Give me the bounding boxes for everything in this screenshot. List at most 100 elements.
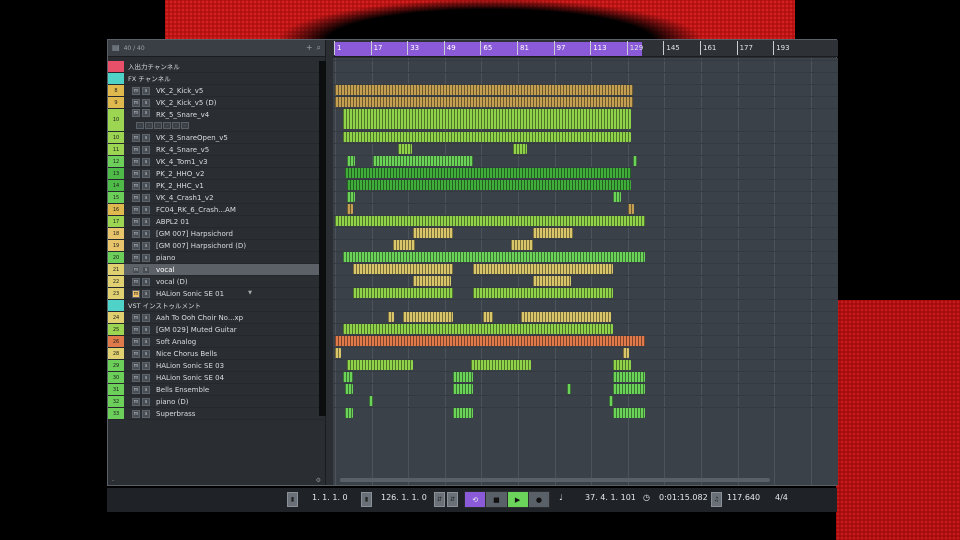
solo-button[interactable]: s xyxy=(142,169,150,178)
mute-button[interactable]: m xyxy=(132,277,140,286)
event-clip[interactable] xyxy=(513,144,527,154)
event-clip[interactable] xyxy=(613,372,645,382)
track-row[interactable]: 14 m s PK_2_HHC_v1 xyxy=(108,180,326,192)
mute-button[interactable]: m xyxy=(132,325,140,334)
tempo-display[interactable]: 117.640 xyxy=(727,493,760,502)
solo-button[interactable]: s xyxy=(142,181,150,190)
track-row[interactable]: 23 m s HALion Sonic SE 01 ▼ xyxy=(108,288,326,300)
event-clip[interactable] xyxy=(628,204,634,214)
track-row[interactable]: 12 m s VK_4_Tom1_v3 xyxy=(108,156,326,168)
solo-button[interactable]: s xyxy=(142,277,150,286)
track-list-icon[interactable]: ▤ xyxy=(112,44,120,52)
track-row[interactable]: 22 m s vocal (D) xyxy=(108,276,326,288)
event-clip[interactable] xyxy=(413,276,451,286)
solo-button[interactable]: s xyxy=(142,313,150,322)
event-clip[interactable] xyxy=(453,408,473,418)
play-button[interactable]: ▶ xyxy=(507,492,529,507)
event-clip[interactable] xyxy=(533,276,571,286)
event-clip[interactable] xyxy=(471,360,531,370)
solo-button[interactable]: s xyxy=(142,361,150,370)
track-row[interactable]: 11 m s RK_4_Snare_v5 xyxy=(108,144,326,156)
left-locator-icon[interactable]: ▮ xyxy=(287,492,298,507)
rewind-icon[interactable]: ⇵ xyxy=(434,492,445,507)
track-row[interactable]: 8 m s VK_2_Kick_v5 xyxy=(108,85,326,97)
event-clip[interactable] xyxy=(453,384,473,394)
track-sub-button[interactable]: · xyxy=(163,122,171,129)
mute-button[interactable]: m xyxy=(132,409,140,418)
event-clip[interactable] xyxy=(343,132,631,142)
solo-button[interactable]: s xyxy=(142,373,150,382)
stop-button[interactable]: ■ xyxy=(486,492,508,507)
instrument-dropdown-icon[interactable]: ▼ xyxy=(248,290,252,296)
track-row[interactable]: 入出力チャンネル xyxy=(108,61,326,73)
track-row[interactable]: 31 m s Bells Ensemble xyxy=(108,384,326,396)
collapse-icon[interactable]: - xyxy=(112,477,114,484)
event-clip[interactable] xyxy=(521,312,611,322)
event-clip[interactable] xyxy=(343,372,353,382)
track-row[interactable]: 9 m s VK_2_Kick_v5 (D) xyxy=(108,97,326,109)
event-clip[interactable] xyxy=(347,180,631,190)
solo-button[interactable]: s xyxy=(142,253,150,262)
mute-button[interactable]: m xyxy=(132,157,140,166)
event-clip[interactable] xyxy=(335,216,645,226)
track-sub-button[interactable]: · xyxy=(154,122,162,129)
time-signature[interactable]: 4/4 xyxy=(775,493,788,502)
event-clip[interactable] xyxy=(345,168,631,178)
track-row[interactable]: 29 m s HALion Sonic SE 03 xyxy=(108,360,326,372)
track-row[interactable]: 13 m s PK_2_HHO_v2 xyxy=(108,168,326,180)
right-locator-icon[interactable]: ▮ xyxy=(361,492,372,507)
track-row[interactable]: 10 m s RK_5_Snare_v4 · · · · · · xyxy=(108,109,326,132)
event-clip[interactable] xyxy=(353,288,453,298)
solo-button[interactable]: s xyxy=(142,409,150,418)
event-clip[interactable] xyxy=(345,408,353,418)
cycle-button[interactable]: ⟲ xyxy=(465,492,487,507)
event-clip[interactable] xyxy=(353,264,453,274)
event-clip[interactable] xyxy=(347,204,353,214)
event-clip[interactable] xyxy=(613,408,645,418)
event-clip[interactable] xyxy=(403,312,453,322)
event-clip[interactable] xyxy=(633,156,637,166)
track-row[interactable]: 24 m s Aah To Ooh Choir No...xp xyxy=(108,312,326,324)
event-clip[interactable] xyxy=(609,396,613,406)
mute-button[interactable]: m xyxy=(132,133,140,142)
event-clip[interactable] xyxy=(335,348,341,358)
mute-button[interactable]: m xyxy=(132,205,140,214)
mute-button[interactable]: m xyxy=(132,109,140,117)
record-button[interactable]: ● xyxy=(529,492,549,507)
mute-button[interactable]: m xyxy=(132,253,140,262)
mute-button[interactable]: m xyxy=(132,265,140,274)
track-row[interactable]: 32 m s piano (D) xyxy=(108,396,326,408)
event-clip[interactable] xyxy=(473,288,613,298)
solo-button[interactable]: s xyxy=(142,86,150,95)
solo-button[interactable]: s xyxy=(142,385,150,394)
mute-button[interactable]: m xyxy=(132,289,140,298)
track-row[interactable]: 20 m s piano xyxy=(108,252,326,264)
mute-button[interactable]: m xyxy=(132,361,140,370)
event-clip[interactable] xyxy=(335,336,645,346)
track-row[interactable]: 15 m s VK_4_Crash1_v2 xyxy=(108,192,326,204)
tempo-icon[interactable]: ♫ xyxy=(711,492,722,507)
event-clip[interactable] xyxy=(335,97,633,107)
track-row[interactable]: 18 m s [GM 007] Harpsichord xyxy=(108,228,326,240)
track-sub-controls[interactable]: · · · · · · xyxy=(136,122,189,129)
event-clip[interactable] xyxy=(343,324,613,334)
timeline-ruler[interactable]: 1 17 33 49 65 81 97 113 129 145 161 177 193 xyxy=(333,40,838,57)
time-display[interactable]: 0:01:15.082 xyxy=(659,493,708,502)
solo-button[interactable]: s xyxy=(142,325,150,334)
event-clip[interactable] xyxy=(347,360,413,370)
mute-button[interactable]: m xyxy=(132,349,140,358)
track-sub-button[interactable]: · xyxy=(181,122,189,129)
event-clip[interactable] xyxy=(347,156,355,166)
event-clip[interactable] xyxy=(613,360,631,370)
solo-button[interactable]: s xyxy=(142,289,150,298)
solo-button[interactable]: s xyxy=(142,205,150,214)
solo-button[interactable]: s xyxy=(142,229,150,238)
solo-button[interactable]: s xyxy=(142,337,150,346)
mute-button[interactable]: m xyxy=(132,385,140,394)
event-clip[interactable] xyxy=(388,312,394,322)
track-sub-button[interactable]: · xyxy=(172,122,180,129)
event-clip[interactable] xyxy=(398,144,412,154)
mute-button[interactable]: m xyxy=(132,86,140,95)
track-sub-button[interactable]: · xyxy=(136,122,144,129)
event-clip[interactable] xyxy=(473,264,613,274)
